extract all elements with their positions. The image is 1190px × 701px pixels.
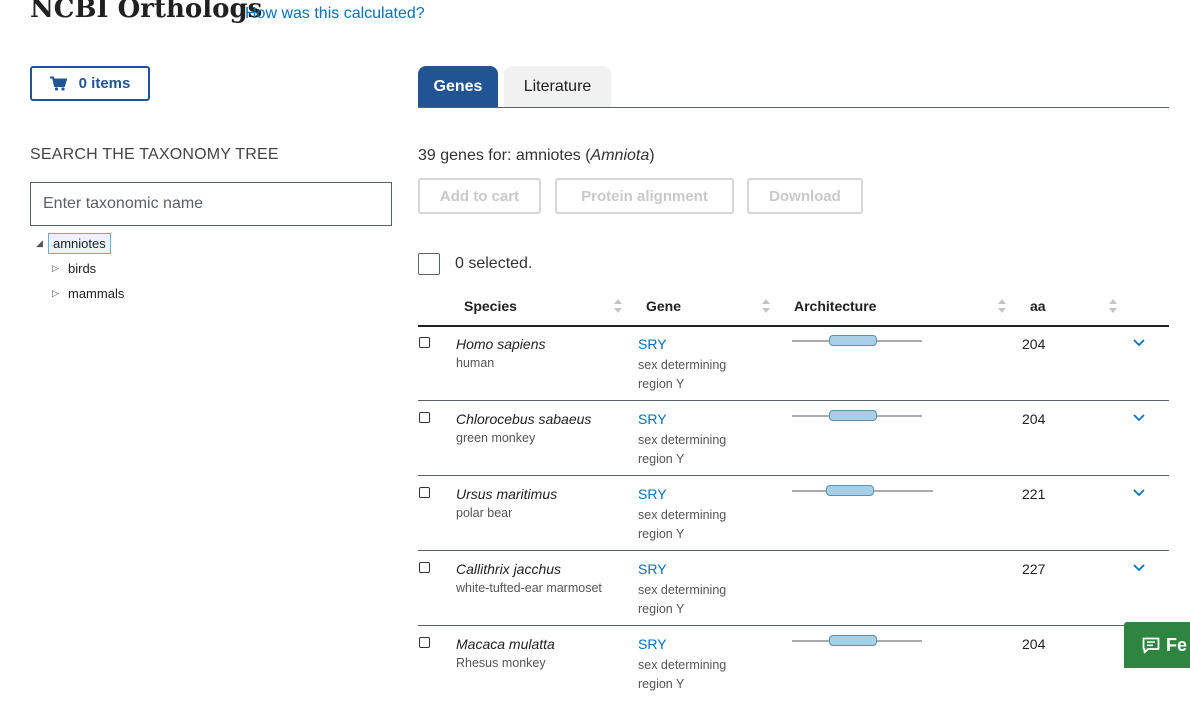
row-checkbox[interactable] xyxy=(419,637,430,648)
tree-item-birds: ▷ birds xyxy=(52,259,100,278)
row-checkbox[interactable] xyxy=(419,337,430,348)
gene-symbol-link[interactable]: SRY xyxy=(638,486,667,502)
expand-toggle-icon[interactable]: ▷ xyxy=(52,288,64,299)
results-summary: 39 genes for: amniotes (Amniota) xyxy=(418,147,655,164)
feedback-button[interactable]: Fe xyxy=(1124,622,1190,668)
protein-alignment-button[interactable]: Protein alignment xyxy=(555,178,734,214)
row-checkbox[interactable] xyxy=(419,562,430,573)
column-header-species[interactable]: Species xyxy=(464,298,517,314)
sort-icon[interactable] xyxy=(1108,298,1118,314)
cart-icon xyxy=(49,76,67,91)
chevron-down-icon[interactable] xyxy=(1133,564,1145,572)
species-name: Homo sapiens xyxy=(456,336,546,352)
column-header-aa[interactable]: aa xyxy=(1030,298,1046,314)
protein-domain[interactable] xyxy=(829,635,877,646)
species-name: Chlorocebus sabaeus xyxy=(456,411,592,427)
taxonomy-search-input[interactable] xyxy=(30,182,392,226)
chevron-down-icon[interactable] xyxy=(1133,489,1145,497)
table-row: Callithrix jacchus white-tufted-ear marm… xyxy=(418,551,1169,626)
tree-item-mammals: ▷ mammals xyxy=(52,284,128,303)
sort-icon[interactable] xyxy=(997,298,1007,314)
gene-description: sex determining region Y xyxy=(638,433,727,466)
tree-node-label[interactable]: birds xyxy=(64,259,100,278)
aa-length: 204 xyxy=(1022,411,1046,427)
tree-item-amniotes: ◢ amniotes xyxy=(36,233,111,254)
sort-icon[interactable] xyxy=(761,298,771,314)
download-button[interactable]: Download xyxy=(747,178,863,214)
tab-divider xyxy=(418,107,1169,108)
expand-toggle-icon[interactable]: ▷ xyxy=(52,263,64,274)
species-common-name: green monkey xyxy=(456,431,536,445)
table-row: Homo sapiens human SRY sex determining re… xyxy=(418,326,1169,401)
collapse-toggle-icon[interactable]: ◢ xyxy=(36,238,48,249)
row-checkbox[interactable] xyxy=(419,412,430,423)
gene-symbol-link[interactable]: SRY xyxy=(638,336,667,352)
tab-genes[interactable]: Genes xyxy=(418,66,498,108)
chevron-down-icon[interactable] xyxy=(1133,339,1145,347)
table-row: Chlorocebus sabaeus green monkey SRY sex… xyxy=(418,401,1169,476)
gene-description: sex determining region Y xyxy=(638,658,727,691)
gene-description: sex determining region Y xyxy=(638,358,727,391)
protein-domain[interactable] xyxy=(829,335,877,346)
taxon-scientific-name: Amniota xyxy=(590,147,650,164)
species-common-name: Rhesus monkey xyxy=(456,656,546,670)
page-title: NCBI Orthologs xyxy=(30,0,263,24)
selected-count: 0 selected. xyxy=(455,255,533,272)
gene-symbol-link[interactable]: SRY xyxy=(638,411,667,427)
aa-length: 204 xyxy=(1022,336,1046,352)
aa-length: 204 xyxy=(1022,636,1046,652)
taxonomy-heading: SEARCH THE TAXONOMY TREE xyxy=(30,146,279,163)
tree-node-label[interactable]: amniotes xyxy=(48,233,111,254)
feedback-label: Fe xyxy=(1166,634,1188,655)
table-row: Ursus maritimus polar bear SRY sex deter… xyxy=(418,476,1169,551)
cart-button[interactable]: 0 items xyxy=(30,66,150,101)
species-common-name: human xyxy=(456,356,495,370)
tree-node-label[interactable]: mammals xyxy=(64,284,128,303)
column-header-architecture[interactable]: Architecture xyxy=(794,298,876,314)
gene-symbol-link[interactable]: SRY xyxy=(638,636,667,652)
species-name: Ursus maritimus xyxy=(456,486,558,502)
protein-domain[interactable] xyxy=(829,410,877,421)
species-common-name: polar bear xyxy=(456,506,513,520)
sort-icon[interactable] xyxy=(613,298,623,314)
gene-symbol-link[interactable]: SRY xyxy=(638,561,667,577)
feedback-icon xyxy=(1142,637,1160,654)
column-header-gene[interactable]: Gene xyxy=(646,298,681,314)
row-checkbox[interactable] xyxy=(419,487,430,498)
aa-length: 227 xyxy=(1022,561,1046,577)
protein-domain[interactable] xyxy=(826,485,874,496)
select-all-checkbox[interactable] xyxy=(418,253,440,275)
add-to-cart-button[interactable]: Add to cart xyxy=(418,178,541,214)
gene-description: sex determining region Y xyxy=(638,508,727,541)
species-common-name: white-tufted-ear marmoset xyxy=(456,581,602,595)
how-calculated-link[interactable]: How was this calculated? xyxy=(245,5,425,23)
cart-count: 0 items xyxy=(78,75,131,92)
species-name: Macaca mulatta xyxy=(456,636,555,652)
aa-length: 221 xyxy=(1022,486,1046,502)
chevron-down-icon[interactable] xyxy=(1133,414,1145,422)
gene-description: sex determining region Y xyxy=(638,583,727,616)
tab-literature[interactable]: Literature xyxy=(504,66,611,108)
species-name: Callithrix jacchus xyxy=(456,561,562,577)
